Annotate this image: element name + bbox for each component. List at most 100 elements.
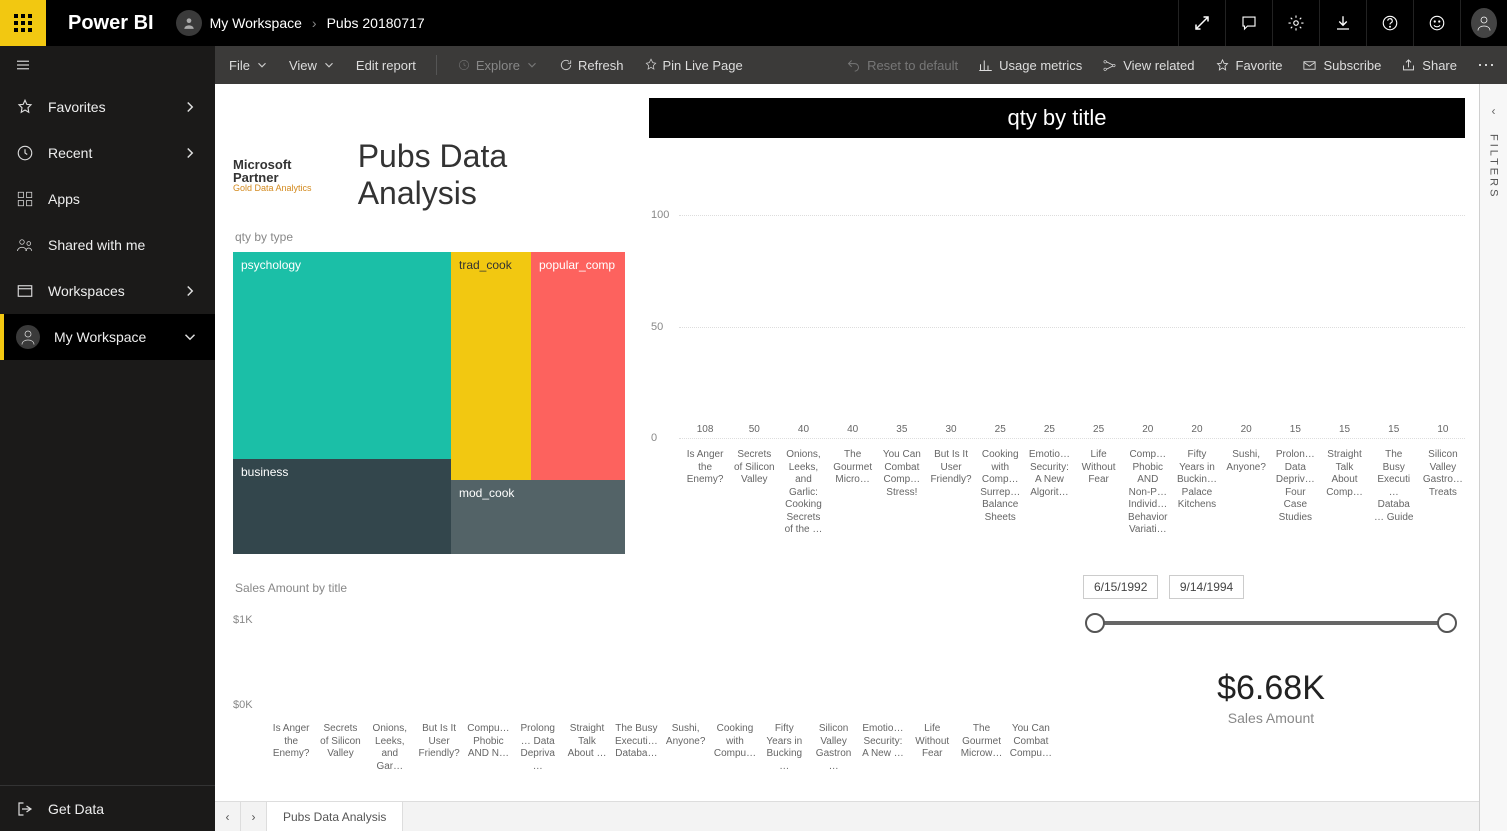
- slider-thumb-right[interactable]: [1437, 613, 1457, 633]
- x-tick-label: Fifty Years in Bucking…: [762, 723, 806, 773]
- bar-value-label: 15: [1388, 424, 1399, 435]
- date-to-box[interactable]: 9/14/1994: [1169, 575, 1244, 599]
- page-tab-active[interactable]: Pubs Data Analysis: [267, 802, 403, 831]
- user-avatar-icon: [16, 325, 40, 349]
- get-data-button[interactable]: Get Data: [0, 785, 215, 831]
- bar-value-label: 40: [847, 424, 858, 435]
- related-icon: [1102, 58, 1117, 73]
- nav-apps[interactable]: Apps: [0, 176, 215, 222]
- date-slider[interactable]: [1085, 609, 1457, 639]
- edit-report-button[interactable]: Edit report: [356, 58, 416, 73]
- overflow-menu-button[interactable]: ⋯: [1477, 55, 1497, 76]
- x-tick-label: The Busy Executi… Databa…: [614, 723, 658, 773]
- fullscreen-button[interactable]: [1178, 0, 1225, 46]
- star-icon: [1215, 58, 1230, 73]
- tab-prev-button[interactable]: ‹: [215, 802, 241, 831]
- sales-amount-chart[interactable]: $0K$1K: [233, 603, 1053, 723]
- download-button[interactable]: [1319, 0, 1366, 46]
- bar-value-label: 20: [1191, 424, 1202, 435]
- nav-recent[interactable]: Recent: [0, 130, 215, 176]
- people-icon: [16, 236, 34, 254]
- nav-label: Shared with me: [48, 237, 145, 253]
- share-button[interactable]: Share: [1401, 58, 1457, 73]
- bar-value-label: 40: [798, 424, 809, 435]
- nav-my-workspace[interactable]: My Workspace: [0, 314, 215, 360]
- nav-favorites[interactable]: Favorites: [0, 84, 215, 130]
- view-related-button[interactable]: View related: [1102, 58, 1194, 73]
- bar-value-label: 25: [1044, 424, 1055, 435]
- treemap-tile-mod-cook[interactable]: mod_cook: [451, 480, 625, 554]
- chevron-right-icon: [181, 282, 199, 300]
- x-tick-label: Life Without Fear: [910, 723, 954, 773]
- x-tick-label: Secrets of Silicon Valley: [318, 723, 362, 773]
- nav-shared-with-me[interactable]: Shared with me: [0, 222, 215, 268]
- bar-value-label: 15: [1290, 424, 1301, 435]
- date-from-box[interactable]: 6/15/1992: [1083, 575, 1158, 599]
- nav-label: My Workspace: [54, 329, 146, 345]
- x-tick-label: Prolon… Data Depriv… Four Case Studies: [1273, 443, 1317, 563]
- breadcrumb-root[interactable]: My Workspace: [210, 15, 302, 31]
- chevron-right-icon: [181, 98, 199, 116]
- comments-button[interactable]: [1225, 0, 1272, 46]
- qty-by-title-chart[interactable]: 050100108504040353025252520202015151510 …: [649, 148, 1465, 563]
- subscribe-button[interactable]: Subscribe: [1302, 58, 1381, 73]
- refresh-button[interactable]: Refresh: [559, 58, 624, 73]
- pin-live-page-button[interactable]: Pin Live Page: [644, 58, 743, 73]
- nav-label: Get Data: [48, 801, 104, 817]
- tab-next-button[interactable]: ›: [241, 802, 267, 831]
- x-tick-label: Sushi, Anyone?: [664, 723, 708, 773]
- nav-label: Apps: [48, 191, 80, 207]
- nav-label: Favorites: [48, 99, 106, 115]
- feedback-button[interactable]: [1413, 0, 1460, 46]
- y-tick: $1K: [233, 614, 253, 626]
- filters-pane-toggle[interactable]: ‹ FILTERS: [1479, 84, 1507, 831]
- report-title-block: Microsoft Partner Gold Data Analytics Pu…: [233, 98, 631, 220]
- help-button[interactable]: [1366, 0, 1413, 46]
- app-launcher-button[interactable]: [0, 0, 46, 46]
- reset-default-button[interactable]: Reset to default: [846, 58, 958, 73]
- x-tick-label: You Can Combat Comp… Stress!: [880, 443, 924, 563]
- x-tick-label: Straight Talk About …: [565, 723, 609, 773]
- file-menu[interactable]: File: [229, 58, 269, 73]
- undo-icon: [846, 58, 861, 73]
- favorite-button[interactable]: Favorite: [1215, 58, 1283, 73]
- x-tick-label: Is Anger the Enemy?: [683, 443, 727, 563]
- explore-menu[interactable]: Explore: [457, 58, 539, 73]
- qty-by-type-treemap[interactable]: psychology business trad_cook mod_cook p…: [233, 252, 625, 554]
- treemap-tile-popular-comp[interactable]: popular_comp: [531, 252, 625, 480]
- profile-button[interactable]: [1460, 0, 1507, 46]
- refresh-icon: [559, 58, 573, 72]
- x-tick-label: But Is It User Friendly?: [929, 443, 973, 563]
- view-menu[interactable]: View: [289, 58, 336, 73]
- star-icon: [16, 98, 34, 116]
- slider-thumb-left[interactable]: [1085, 613, 1105, 633]
- treemap-tile-business[interactable]: business: [233, 459, 451, 554]
- treemap-title: qty by type: [235, 230, 631, 244]
- sales-amount-card: $6.68K Sales Amount: [1083, 669, 1459, 726]
- x-tick-label: Emotio… Security: A New Algorit…: [1027, 443, 1071, 563]
- nav-label: Recent: [48, 145, 92, 161]
- bar-value-label: 20: [1241, 424, 1252, 435]
- nav-workspaces[interactable]: Workspaces: [0, 268, 215, 314]
- x-tick-label: You Can Combat Compu…: [1009, 723, 1053, 773]
- chart-icon: [978, 58, 993, 73]
- waffle-icon: [14, 14, 32, 32]
- chevron-down-icon: [525, 58, 539, 72]
- filters-label: FILTERS: [1488, 134, 1500, 199]
- x-tick-label: Emotio… Security: A New …: [861, 723, 905, 773]
- partner-logo: Microsoft Partner Gold Data Analytics: [233, 158, 340, 193]
- bar-value-label: 25: [995, 424, 1006, 435]
- settings-button[interactable]: [1272, 0, 1319, 46]
- nav-label: Workspaces: [48, 283, 125, 299]
- x-tick-label: Fifty Years in Buckin… Palace Kitchens: [1175, 443, 1219, 563]
- breadcrumb-leaf[interactable]: Pubs 20180717: [327, 15, 425, 31]
- download-icon: [1334, 14, 1352, 32]
- y-tick: 50: [651, 321, 663, 333]
- usage-metrics-button[interactable]: Usage metrics: [978, 58, 1082, 73]
- nav-toggle-button[interactable]: [0, 46, 46, 84]
- treemap-tile-trad-cook[interactable]: trad_cook: [451, 252, 531, 480]
- bar-value-label: 15: [1339, 424, 1350, 435]
- chevron-down-icon: [181, 328, 199, 346]
- treemap-tile-psychology[interactable]: psychology: [233, 252, 451, 459]
- brand-label: Power BI: [46, 12, 176, 35]
